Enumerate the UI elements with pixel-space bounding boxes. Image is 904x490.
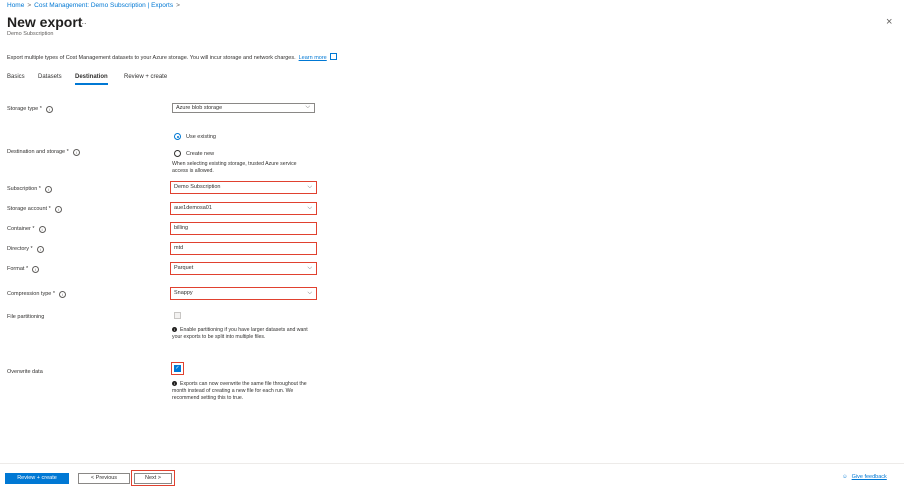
destination-note: When selecting existing storage, trusted… [172,161,297,174]
chevron-down-icon: ⌵ [307,184,312,190]
info-filled-icon: i [172,381,177,386]
description: Export multiple types of Cost Management… [7,53,337,61]
storage-account-select[interactable]: aue1demosa01 ⌵ [170,202,317,215]
info-icon[interactable]: i [38,226,46,233]
tab-review-create[interactable]: Review + create [124,74,167,80]
info-icon[interactable]: i [32,266,40,273]
file-partitioning-checkbox [174,312,181,319]
breadcrumb-home[interactable]: Home [7,2,24,9]
format-label: Format * i [7,266,40,273]
info-filled-icon: i [172,327,177,332]
storage-account-label: Storage account * i [7,206,62,213]
storage-type-label: Storage type * i [7,106,53,113]
compression-type-label: Compression type * i [7,291,66,298]
storage-type-select[interactable]: Azure blob storage ⌵ [172,103,315,113]
info-icon[interactable]: i [59,291,66,298]
breadcrumb: Home > Cost Management: Demo Subscription … [7,2,183,9]
previous-button[interactable]: < Previous [78,473,130,484]
container-label: Container * i [7,226,46,233]
file-partitioning-note: i Enable partitioning if you have larger … [172,327,308,340]
close-icon[interactable]: × [886,16,892,28]
chevron-down-icon: ⌵ [307,205,312,211]
chevron-down-icon: ⌵ [307,290,312,296]
radio-create-new[interactable]: Create new [174,150,214,157]
format-select[interactable]: Parquet ⌵ [170,262,317,275]
learn-more-link[interactable]: Learn more [299,55,327,61]
overwrite-data-note: i Exports can now overwrite the same file… [172,381,307,401]
overwrite-data-label: Overwrite data [7,369,43,375]
overwrite-data-checkbox[interactable]: ✓ [174,365,181,372]
directory-input[interactable]: mtd [170,242,317,255]
breadcrumb-separator: > [176,2,180,9]
radio-unselected-icon [174,150,181,157]
feedback-icon: ☺ [842,474,848,480]
breadcrumb-parent[interactable]: Cost Management: Demo Subscription | Exp… [34,2,173,9]
description-text: Export multiple types of Cost Management… [7,55,296,61]
info-icon[interactable]: i [44,186,52,193]
info-icon[interactable]: i [36,246,44,253]
directory-label: Directory * i [7,246,44,253]
compression-type-select[interactable]: Snappy ⌵ [170,287,317,300]
more-options-icon[interactable]: ... [79,16,87,26]
give-feedback-link[interactable]: ☺ Give feedback [842,474,887,480]
tab-datasets[interactable]: Datasets [38,74,62,80]
info-icon[interactable]: i [72,149,80,156]
radio-selected-icon [174,133,181,140]
chevron-down-icon: ⌵ [307,265,312,271]
chevron-down-icon: ⌵ [305,104,310,110]
subscription-label: Subscription * i [7,186,52,193]
info-icon[interactable]: i [54,206,62,213]
footer-divider [0,463,904,464]
file-partitioning-label: File partitioning [7,314,45,320]
review-create-button[interactable]: Review + create [5,473,69,484]
subscription-select[interactable]: Demo Subscription ⌵ [170,181,317,194]
destination-storage-label: Destination and storage * i [7,149,80,156]
container-input[interactable]: billing [170,222,317,235]
info-icon[interactable]: i [45,106,53,113]
breadcrumb-separator: > [27,2,32,9]
radio-use-existing[interactable]: Use existing [174,133,216,140]
tab-basics[interactable]: Basics [7,74,25,80]
external-link-icon [329,53,337,60]
next-button[interactable]: Next > [134,473,172,484]
page-subtitle: Demo Subscription [7,31,54,37]
tab-destination[interactable]: Destination [75,74,108,85]
page-title: New export [7,14,83,30]
